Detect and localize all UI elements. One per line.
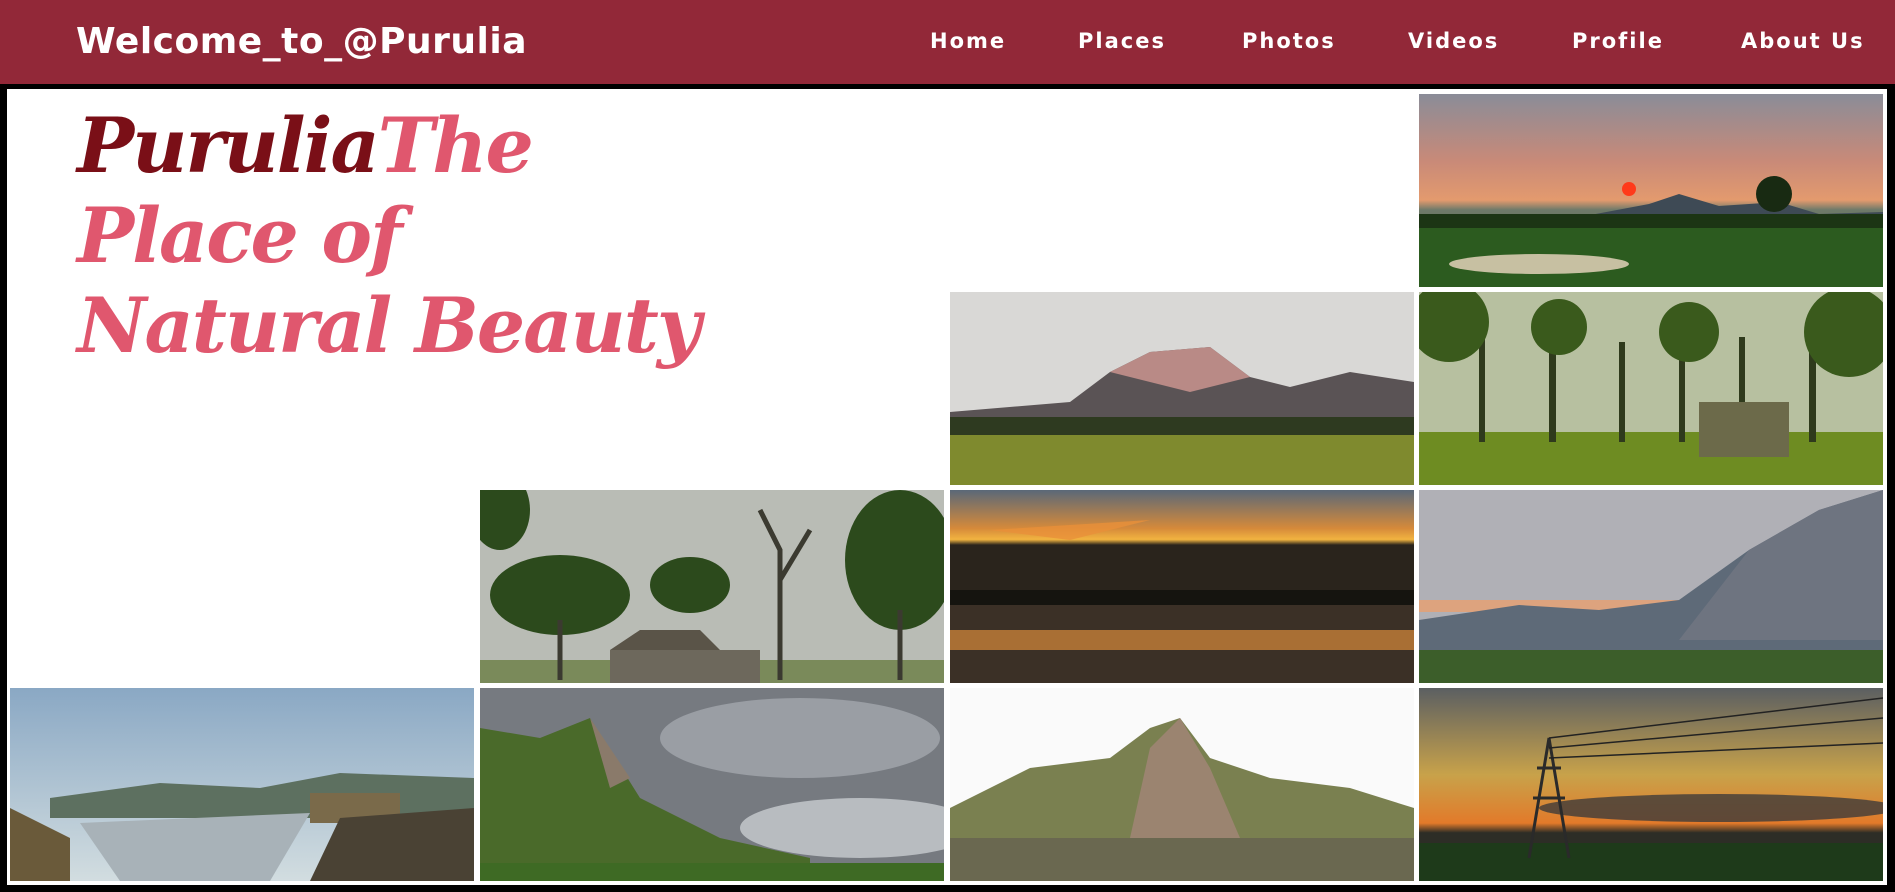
rock-outcrop-image [950,688,1414,881]
hill-valley-dusk-image [1419,490,1883,683]
trees-old-house-image [480,490,944,683]
nav-places[interactable]: Places [1078,27,1166,55]
forest-ruin-image [1419,292,1883,485]
nav-videos[interactable]: Videos [1408,27,1499,55]
lake-sunset-image [950,490,1414,683]
hero-title: PuruliaThe Place of Natural Beauty [77,101,717,371]
nav-home[interactable]: Home [930,27,1006,55]
gallery-photo-rocky-hill[interactable] [950,292,1414,485]
gallery-photo-green-hill[interactable] [480,688,944,881]
rocky-hill-image [950,292,1414,485]
sunset-field-image [1419,94,1883,287]
hero-title-place: Purulia [77,101,380,190]
gallery-photo-hill-valley[interactable] [1419,490,1883,683]
brand-title[interactable]: Welcome_to_@Purulia [76,18,527,66]
gallery-photo-lake-sunset[interactable] [950,490,1414,683]
gallery-photo-dam[interactable] [10,688,474,881]
nav-about-us[interactable]: About Us [1741,27,1865,55]
power-tower-sunset-image [1419,688,1883,881]
gallery-photo-forest-ruin[interactable] [1419,292,1883,485]
gallery-photo-power-tower[interactable] [1419,688,1883,881]
green-hill-clouds-image [480,688,944,881]
gallery-photo-sunset-field[interactable] [1419,94,1883,287]
dam-waterfall-image [10,688,474,881]
nav-profile[interactable]: Profile [1572,27,1664,55]
main-gallery-area: PuruliaThe Place of Natural Beauty [7,89,1887,885]
gallery-photo-trees-house[interactable] [480,490,944,683]
navbar: Welcome_to_@Purulia Home Places Photos V… [0,0,1895,84]
nav-photos[interactable]: Photos [1242,27,1336,55]
gallery-photo-rock-outcrop[interactable] [950,688,1414,881]
